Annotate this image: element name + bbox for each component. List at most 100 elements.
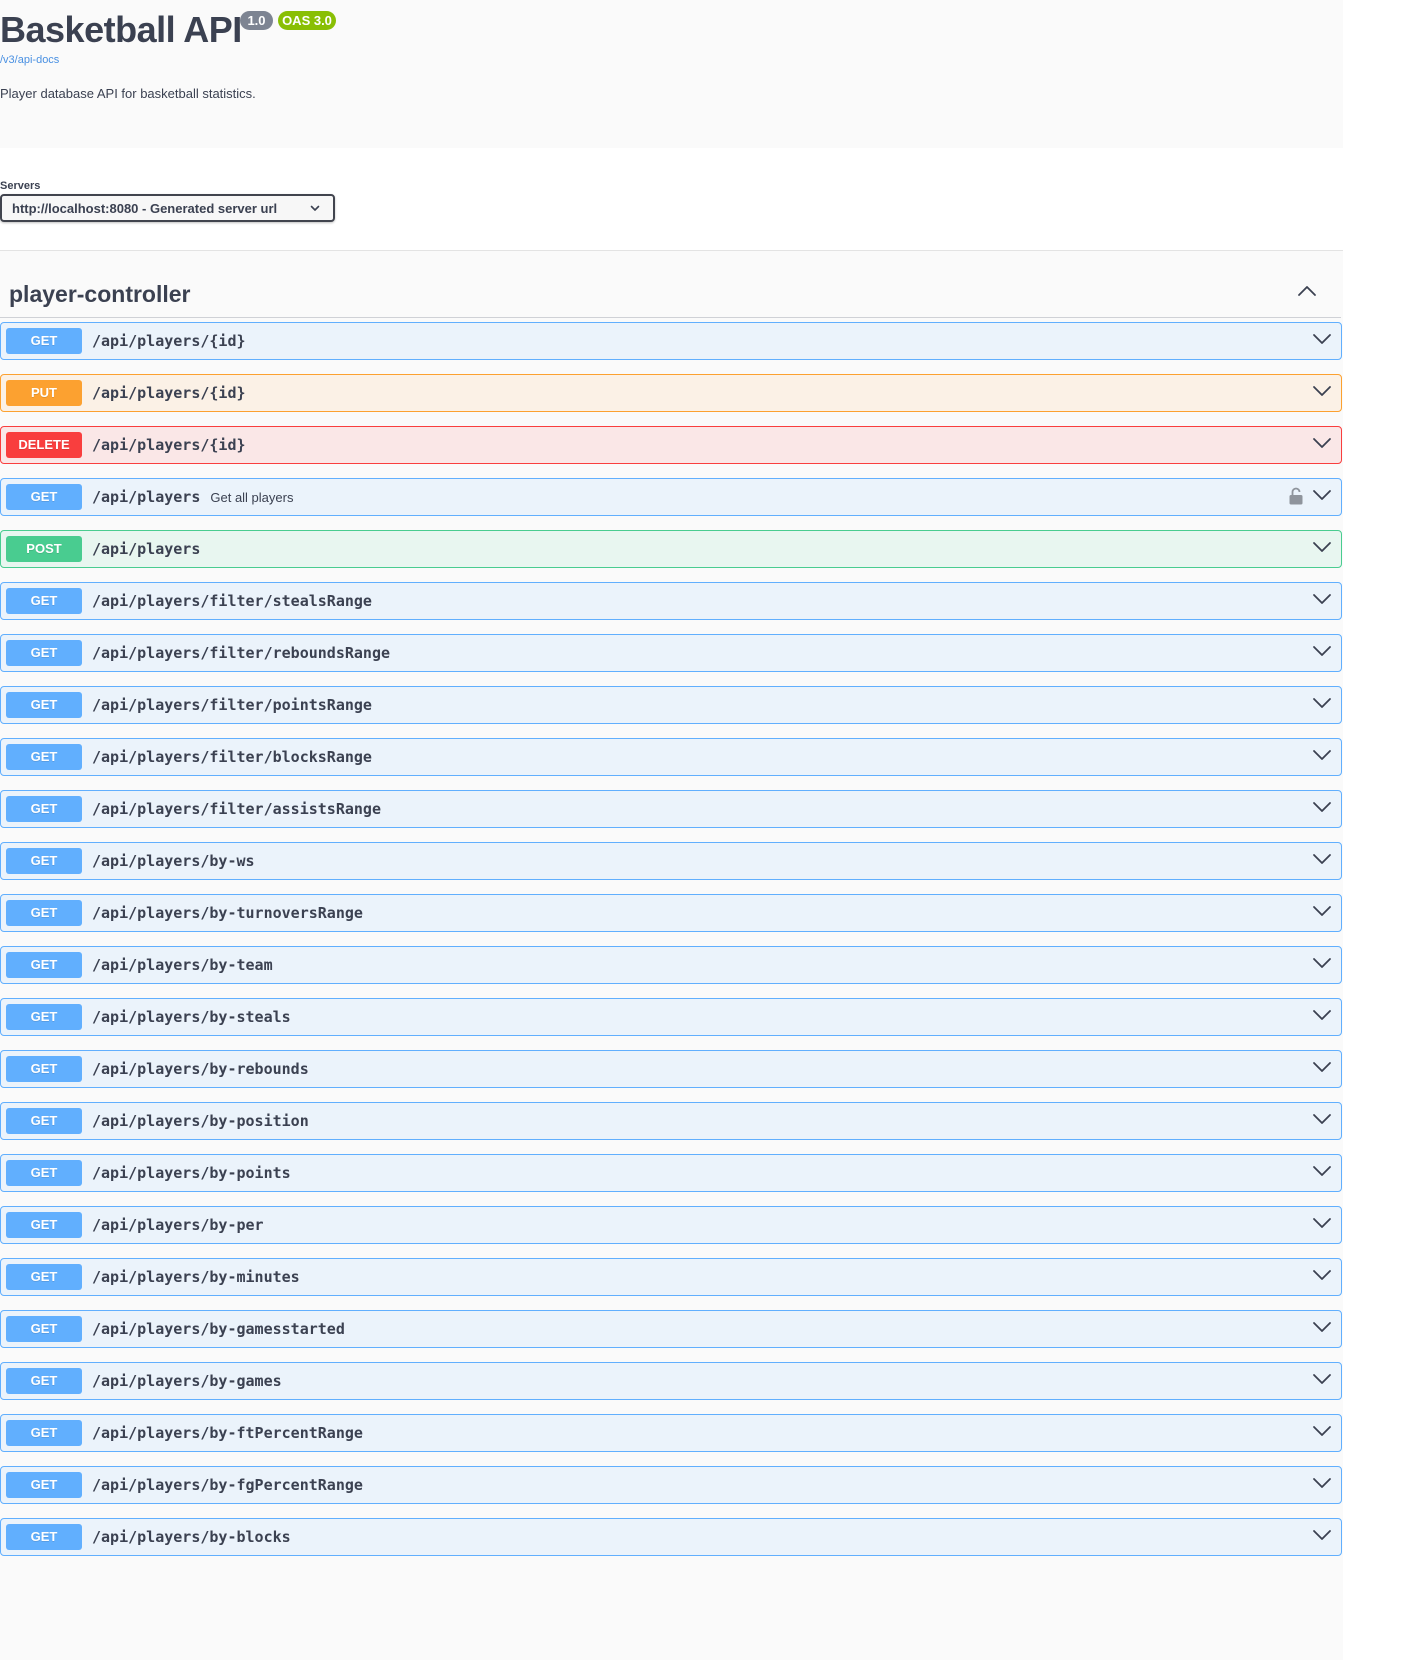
operation-path: /api/players/by-minutes: [92, 1267, 300, 1287]
operation-path: /api/players/by-ftPercentRange: [92, 1423, 363, 1443]
operation-path-text: /api/players/filter/pointsRange: [92, 696, 372, 714]
operation-path: /api/players/filter/reboundsRange: [92, 643, 390, 663]
operation-row-get[interactable]: GET/api/players/filter/assistsRange: [0, 790, 1342, 828]
operation-path: /api/players/by-position: [92, 1111, 309, 1131]
operation-row-get[interactable]: GET/api/players/filter/reboundsRange: [0, 634, 1342, 672]
operation-row-delete[interactable]: DELETE/api/players/{id}: [0, 426, 1342, 464]
operation-path-text: /api/players/by-minutes: [92, 1268, 300, 1286]
operation-row-get[interactable]: GET/api/players/by-gamesstarted: [0, 1310, 1342, 1348]
chevron-down-icon[interactable]: [1312, 1424, 1332, 1438]
operation-row-get[interactable]: GET/api/players/by-team: [0, 946, 1342, 984]
operation-path-text: /api/players/by-ftPercentRange: [92, 1424, 363, 1442]
chevron-down-icon[interactable]: [1312, 1372, 1332, 1386]
chevron-down-icon[interactable]: [1312, 852, 1332, 866]
method-badge: GET: [6, 1160, 82, 1186]
operation-row-get[interactable]: GET/api/players/by-rebounds: [0, 1050, 1342, 1088]
api-docs-link[interactable]: /v3/api-docs: [0, 53, 59, 67]
operation-summary: Get all players: [210, 490, 294, 505]
method-badge: GET: [6, 1212, 82, 1238]
chevron-down-icon[interactable]: [1312, 644, 1332, 658]
operation-row-get[interactable]: GET/api/players/by-games: [0, 1362, 1342, 1400]
method-badge: GET: [6, 1316, 82, 1342]
operation-row-get[interactable]: GET/api/players/by-blocks: [0, 1518, 1342, 1556]
chevron-down-icon[interactable]: [1312, 1164, 1332, 1178]
method-badge: GET: [6, 1056, 82, 1082]
chevron-down-icon[interactable]: [1312, 1476, 1332, 1490]
method-badge: GET: [6, 484, 82, 510]
operation-path-text: /api/players/by-position: [92, 1112, 309, 1130]
operation-path: /api/players/{id}: [92, 331, 246, 351]
chevron-down-icon[interactable]: [1312, 1008, 1332, 1022]
chevron-down-icon[interactable]: [1312, 1268, 1332, 1282]
operation-row-get[interactable]: GET/api/players/by-points: [0, 1154, 1342, 1192]
operation-path-text: /api/players/filter/reboundsRange: [92, 644, 391, 662]
operation-row-get[interactable]: GET/api/players/by-position: [0, 1102, 1342, 1140]
chevron-down-icon[interactable]: [1312, 748, 1332, 762]
chevron-down-icon: [310, 205, 320, 211]
operation-path-text: /api/players/by-turnoversRange: [92, 904, 363, 922]
method-badge: GET: [6, 1420, 82, 1446]
tag-name: player-controller: [9, 281, 191, 307]
operation-path-text: /api/players/filter/assistsRange: [92, 800, 381, 818]
chevron-down-icon[interactable]: [1312, 956, 1332, 970]
operation-path: /api/players/filter/assistsRange: [92, 799, 381, 819]
chevron-down-icon[interactable]: [1312, 904, 1332, 918]
chevron-down-icon[interactable]: [1312, 384, 1332, 398]
operation-path: /api/players/by-per: [92, 1215, 264, 1235]
method-badge: POST: [6, 536, 82, 562]
operation-path-text: /api/players/by-ws: [92, 852, 255, 870]
method-badge: GET: [6, 1264, 82, 1290]
operation-row-get[interactable]: GET/api/players/filter/pointsRange: [0, 686, 1342, 724]
operation-row-get[interactable]: GET/api/players/by-turnoversRange: [0, 894, 1342, 932]
operation-path: /api/players/by-steals: [92, 1007, 291, 1027]
method-badge: GET: [6, 640, 82, 666]
chevron-down-icon[interactable]: [1312, 540, 1332, 554]
operation-row-get[interactable]: GET/api/players/filter/stealsRange: [0, 582, 1342, 620]
operation-row-get[interactable]: GET/api/players/by-per: [0, 1206, 1342, 1244]
operation-path: /api/players: [92, 539, 200, 559]
version-badge: 1.0: [240, 11, 273, 30]
operation-row-get[interactable]: GET/api/players/by-ws: [0, 842, 1342, 880]
method-badge: GET: [6, 1108, 82, 1134]
operation-row-get[interactable]: GET/api/players/by-fgPercentRange: [0, 1466, 1342, 1504]
operation-row-post[interactable]: POST/api/players: [0, 530, 1342, 568]
operation-row-get[interactable]: GET/api/players/by-steals: [0, 998, 1342, 1036]
chevron-down-icon[interactable]: [1312, 1112, 1332, 1126]
operation-path-text: /api/players/by-rebounds: [92, 1060, 309, 1078]
operation-path-text: /api/players/by-team: [92, 956, 273, 974]
server-select[interactable]: http://localhost:8080 - Generated server…: [0, 194, 335, 222]
operation-row-get[interactable]: GET/api/players Get all players: [0, 478, 1342, 516]
chevron-down-icon[interactable]: [1312, 696, 1332, 710]
method-badge: GET: [6, 1004, 82, 1030]
method-badge: GET: [6, 588, 82, 614]
chevron-down-icon[interactable]: [1312, 592, 1332, 606]
chevron-down-icon[interactable]: [1312, 1060, 1332, 1074]
method-badge: GET: [6, 328, 82, 354]
api-info-section: Basketball API 1.0 OAS 3.0 /v3/api-docs …: [0, 0, 1343, 148]
unlocked-padlock-icon[interactable]: [1288, 486, 1304, 506]
chevron-down-icon[interactable]: [1312, 488, 1332, 502]
chevron-down-icon[interactable]: [1312, 1320, 1332, 1334]
operation-path: /api/players/by-team: [92, 955, 273, 975]
chevron-down-icon[interactable]: [1312, 332, 1332, 346]
method-badge: DELETE: [6, 432, 82, 458]
operation-row-get[interactable]: GET/api/players/{id}: [0, 322, 1342, 360]
method-badge: GET: [6, 848, 82, 874]
chevron-down-icon[interactable]: [1312, 1216, 1332, 1230]
operation-path: /api/players/filter/blocksRange: [92, 747, 372, 767]
tag-section-header[interactable]: player-controller: [0, 270, 1341, 318]
chevron-up-icon[interactable]: [1296, 283, 1318, 299]
chevron-down-icon[interactable]: [1312, 1528, 1332, 1542]
operation-path-text: /api/players/{id}: [92, 384, 246, 402]
chevron-down-icon[interactable]: [1312, 436, 1332, 450]
method-badge: GET: [6, 1524, 82, 1550]
chevron-down-icon[interactable]: [1312, 800, 1332, 814]
operation-path-text: /api/players/filter/blocksRange: [92, 748, 372, 766]
operation-row-get[interactable]: GET/api/players/filter/blocksRange: [0, 738, 1342, 776]
operation-path: /api/players/by-turnoversRange: [92, 903, 363, 923]
method-badge: GET: [6, 796, 82, 822]
operation-row-put[interactable]: PUT/api/players/{id}: [0, 374, 1342, 412]
operation-row-get[interactable]: GET/api/players/by-minutes: [0, 1258, 1342, 1296]
operation-row-get[interactable]: GET/api/players/by-ftPercentRange: [0, 1414, 1342, 1452]
operation-path: /api/players/by-blocks: [92, 1527, 291, 1547]
